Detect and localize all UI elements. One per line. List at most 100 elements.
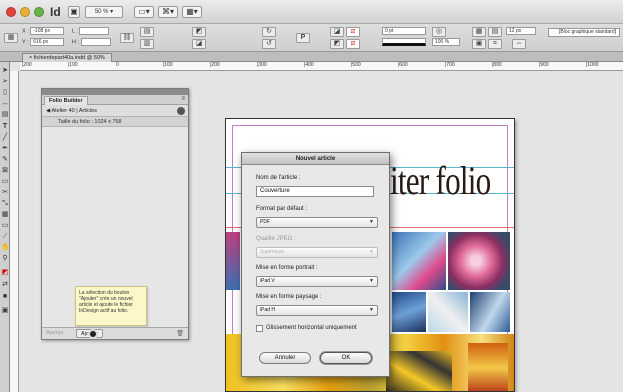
reference-point-icon[interactable]: ▦ xyxy=(4,33,18,43)
view-options-icon[interactable]: ▭▾ xyxy=(134,6,154,18)
photo-light[interactable] xyxy=(428,292,468,332)
dialog-title: Nouvel article xyxy=(242,153,389,165)
pen-tool-icon[interactable]: ✒ xyxy=(1,144,9,153)
height-input[interactable] xyxy=(80,38,111,46)
arrange-documents-icon[interactable]: ▦▾ xyxy=(182,6,202,18)
gap-tool-icon[interactable]: ↔ xyxy=(1,99,9,108)
scissors-tool-icon[interactable]: ✂ xyxy=(1,188,9,197)
screen-mode-tool-icon[interactable]: ▣ xyxy=(1,306,9,315)
opacity-icon[interactable]: ◎ xyxy=(432,27,446,37)
gear-icon[interactable] xyxy=(177,107,185,115)
scale-x-icon[interactable]: ▤ xyxy=(140,27,154,37)
x-position-input[interactable]: -108 px xyxy=(30,27,65,35)
stroke-type xyxy=(382,38,426,46)
rectangle-frame-tool-icon[interactable]: ⊠ xyxy=(1,166,9,175)
width-input[interactable] xyxy=(79,27,110,35)
ruler-label: |400 xyxy=(304,62,314,68)
line-tool-icon[interactable]: ╱ xyxy=(1,133,9,142)
flip-vertical-icon[interactable]: ↺ xyxy=(262,39,276,49)
document-tab[interactable]: × fichierdepart40a.indd @ 50% xyxy=(22,53,112,62)
panel-footer: Aperçu Ajouter 🗑 xyxy=(42,327,188,339)
object-style-select[interactable]: [Bloc graphique standard] xyxy=(548,28,620,37)
stroke-type-select[interactable] xyxy=(382,38,426,46)
folio-builder-tab[interactable]: Folio Builder xyxy=(44,96,88,105)
swap-colors-icon[interactable]: ⇄ xyxy=(1,280,9,289)
grid-icon[interactable]: ⌗ xyxy=(488,39,502,49)
zoom-window-button[interactable] xyxy=(34,7,44,17)
photo-yellow-dark[interactable] xyxy=(386,351,452,391)
content-collector-icon[interactable]: ▤ xyxy=(1,110,9,119)
y-position-input[interactable]: 616 px xyxy=(30,38,65,46)
photo-abstract[interactable] xyxy=(470,292,510,332)
align-icon[interactable]: ▤ xyxy=(488,27,502,37)
close-window-button[interactable] xyxy=(6,7,16,17)
constrain-proportions-icon[interactable]: ⛓ xyxy=(120,33,134,43)
stroke-weight-input[interactable]: 0 pt xyxy=(382,27,426,35)
frame-fitting-icon[interactable]: ⇔ xyxy=(512,39,526,49)
breadcrumb-link[interactable]: ◀ Atelier 40 | Articles xyxy=(46,108,97,114)
jpeg-quality-value: Supérieure xyxy=(260,249,285,255)
portrait-layout-select[interactable]: iPad V ▼ xyxy=(256,276,378,287)
bridge-icon[interactable]: ▣ xyxy=(68,6,80,18)
stroke-color-icon[interactable]: ◩ xyxy=(330,39,344,49)
selection-tool-icon[interactable]: ➤ xyxy=(1,66,9,75)
horizontal-swipe-checkbox[interactable] xyxy=(256,325,263,332)
rotate-icon[interactable]: ◩ xyxy=(192,27,206,37)
ok-button[interactable]: OK xyxy=(320,352,372,364)
free-transform-tool-icon[interactable]: ⤡ xyxy=(1,199,9,208)
article-name-input[interactable]: Couverture xyxy=(256,186,374,197)
note-tool-icon[interactable]: ▭ xyxy=(1,221,9,230)
landscape-layout-select[interactable]: iPad H ▼ xyxy=(256,305,378,316)
zoom-level-select[interactable]: 50 % ▾ xyxy=(85,6,123,18)
photo-blue-small[interactable] xyxy=(392,292,426,332)
chevron-down-icon: ▼ xyxy=(369,278,374,284)
gradient-tool-icon[interactable]: ▦ xyxy=(1,210,9,219)
photo-orange[interactable] xyxy=(468,343,508,391)
fitting-icon[interactable]: ▣ xyxy=(472,39,486,49)
flip-horizontal-icon[interactable]: ↻ xyxy=(262,27,276,37)
screen-mode-icon[interactable]: ⌘▾ xyxy=(158,6,178,18)
fill-color-icon[interactable]: ◪ xyxy=(330,27,344,37)
pencil-tool-icon[interactable]: ✎ xyxy=(1,155,9,164)
type-tool-icon[interactable]: T xyxy=(1,122,9,131)
hand-tool-icon[interactable]: ✋ xyxy=(1,243,10,252)
trash-icon[interactable]: 🗑 xyxy=(176,330,184,337)
eyedropper-tool-icon[interactable]: ⟋ xyxy=(1,232,9,241)
zoom-tool-icon[interactable]: ⚲ xyxy=(1,254,9,263)
paragraph-icon[interactable]: P xyxy=(296,33,310,43)
control-panel: ▦ X : -108 px Y : 616 px L : H : ⛓ ▤ ▥ ◩… xyxy=(0,24,623,52)
preview-button[interactable]: Aperçu xyxy=(46,330,63,336)
stroke-swatch[interactable]: ⧄ xyxy=(346,39,360,49)
ruler-label: |600 xyxy=(398,62,408,68)
direct-selection-tool-icon[interactable]: ➢ xyxy=(1,77,9,86)
cancel-button[interactable]: Annuler xyxy=(259,352,311,364)
apply-color-icon[interactable]: ■ xyxy=(1,292,9,301)
page-tool-icon[interactable]: ▯ xyxy=(1,88,9,97)
shear-icon[interactable]: ◪ xyxy=(192,39,206,49)
new-article-dialog: Nouvel article Nom de l'article : Couver… xyxy=(241,152,390,377)
panel-menu-icon[interactable]: ≡ xyxy=(181,96,185,102)
height-field: H : xyxy=(72,38,111,46)
minimize-window-button[interactable] xyxy=(20,7,30,17)
width-label: L : xyxy=(72,28,78,35)
fill-swatch[interactable]: ⧄ xyxy=(346,27,360,37)
photo-flower[interactable] xyxy=(448,232,510,290)
vertical-ruler[interactable] xyxy=(10,71,19,392)
jpeg-quality-select: Supérieure ▼ xyxy=(256,247,378,258)
rectangle-tool-icon[interactable]: ▭ xyxy=(1,177,9,186)
zoom-level-value: 50 % xyxy=(94,9,109,15)
photo-left-strip[interactable] xyxy=(226,232,240,290)
article-name-label: Nom de l'article : xyxy=(256,175,301,181)
photo-blue[interactable] xyxy=(392,232,446,290)
corner-size-field: 12 px xyxy=(506,27,536,35)
text-wrap-icon[interactable]: ▦ xyxy=(472,27,486,37)
horizontal-ruler[interactable]: |200 |100 0 |100 |200 |300 |400 |500 |60… xyxy=(20,62,623,71)
corner-size-input[interactable]: 12 px xyxy=(506,27,536,35)
opacity-field: 100 % xyxy=(432,38,460,46)
default-format-select[interactable]: PDF ▼ xyxy=(256,217,378,228)
scale-y-icon[interactable]: ▥ xyxy=(140,39,154,49)
y-label: Y : xyxy=(22,39,29,46)
ruler-label: |200 xyxy=(22,62,32,68)
opacity-input[interactable]: 100 % xyxy=(432,38,460,46)
fill-stroke-swatch-icon[interactable]: ◩ xyxy=(1,268,9,277)
